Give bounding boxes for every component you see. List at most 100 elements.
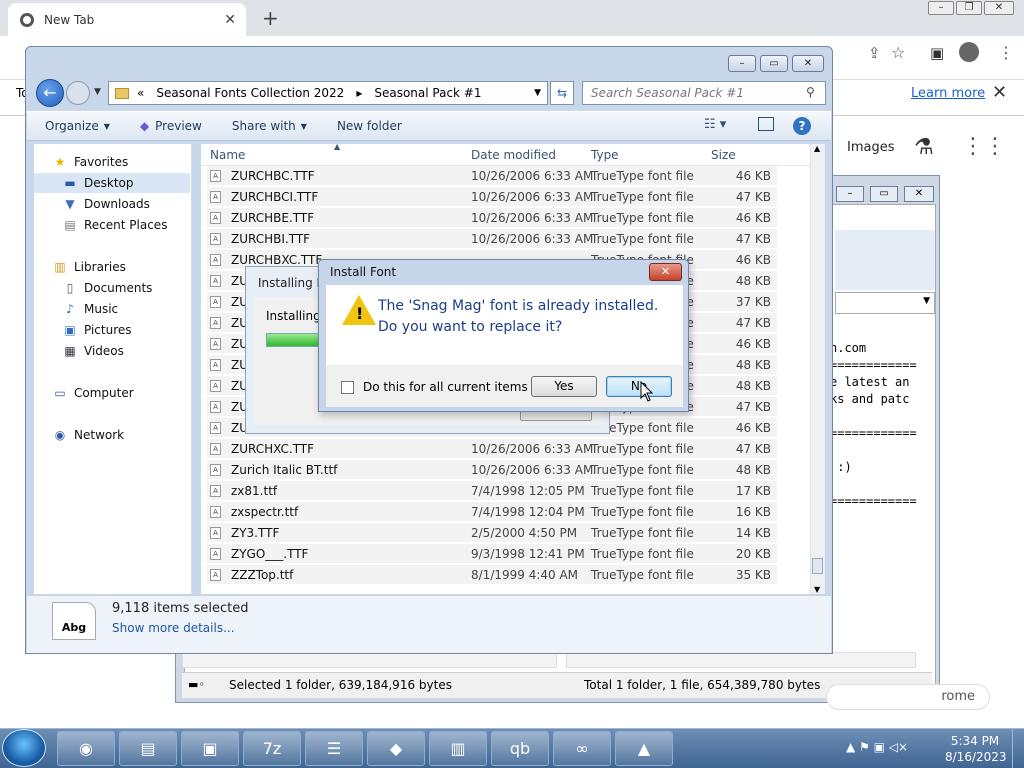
new-tab-button[interactable]: + xyxy=(262,6,279,30)
labs-flask-icon[interactable]: ⚗ xyxy=(914,135,934,160)
profile-avatar[interactable] xyxy=(959,42,979,62)
side-panel-icon[interactable]: ▣ xyxy=(930,44,944,62)
scroll-down-icon[interactable]: ▼ xyxy=(814,585,820,594)
show-more-details-link[interactable]: Show more details... xyxy=(112,621,235,635)
file-row[interactable]: A Zurich Italic BT.ttf 10/26/2006 6:33 AM T… xyxy=(207,460,777,480)
back-button[interactable]: ← xyxy=(36,79,64,107)
chrome-pill[interactable]: rome xyxy=(826,684,990,710)
share-icon[interactable]: ⇪ xyxy=(868,44,881,62)
search-input[interactable]: Search Seasonal Pack #1 xyxy=(582,81,826,105)
bg-hscroll-right[interactable] xyxy=(566,652,916,668)
taskbar-notepad-icon[interactable]: ☰ xyxy=(305,731,363,766)
file-size: 48 KB xyxy=(735,379,771,393)
file-row[interactable]: Azxspectr.ttf 7/4/1998 12:04 PM TrueType f… xyxy=(207,502,777,522)
start-button[interactable] xyxy=(2,729,46,767)
browser-restore-button[interactable]: ❐ xyxy=(956,1,982,15)
bg-hscroll-left[interactable] xyxy=(182,652,557,668)
share-with-button[interactable]: Share with ▼ xyxy=(232,119,307,133)
breadcrumb-separator-icon[interactable]: ▸ xyxy=(356,86,362,100)
search-icon[interactable]: ⚲ xyxy=(806,85,815,99)
new-folder-button[interactable]: New folder xyxy=(337,119,402,133)
file-name: ZZZTop.ttf xyxy=(231,568,294,582)
file-row[interactable]: A ZURCHBI.TTF 10/26/2006 6:33 AM TrueType f… xyxy=(207,229,777,249)
nav-item-music[interactable]: ♪ Music xyxy=(34,299,190,319)
bg-close-button[interactable]: ✕ xyxy=(904,186,934,202)
taskbar-file-explorer-icon[interactable]: ▤ xyxy=(119,731,177,766)
nav-item-libraries[interactable]: ▥ Libraries xyxy=(34,257,190,277)
dialog-body: ! The 'Snag Mag' font is already install… xyxy=(326,285,683,365)
nav-item-recent-places[interactable]: ▤ Recent Places xyxy=(34,215,190,235)
address-dropdown-icon[interactable]: ▼ xyxy=(534,88,541,98)
browser-minimize-button[interactable]: – xyxy=(928,1,954,15)
file-row[interactable]: A ZURCHBE.TTF 10/26/2006 6:33 AM TrueType f… xyxy=(207,208,777,228)
column-date[interactable]: Date modified xyxy=(471,148,556,162)
yes-button[interactable]: Yes xyxy=(531,376,597,397)
bg-dropdown[interactable]: ▼ xyxy=(835,292,935,314)
column-type[interactable]: Type xyxy=(591,148,619,162)
tray-icons[interactable]: ▲ ⚑ ▣ ◁× xyxy=(846,740,908,754)
file-row[interactable]: Azx81.ttf 7/4/1998 12:05 PM TrueType font … xyxy=(207,481,777,501)
tab-close-icon[interactable]: ✕ xyxy=(224,12,236,28)
browser-tab[interactable]: New Tab ✕ xyxy=(8,3,246,36)
apply-all-checkbox[interactable] xyxy=(341,381,354,394)
no-button[interactable]: No xyxy=(606,376,672,397)
preview-button[interactable]: ◆ Preview xyxy=(140,119,202,133)
taskbar-qbittorrent-icon[interactable]: qb xyxy=(491,731,549,766)
bg-minimize-button[interactable]: – xyxy=(836,186,864,202)
minimize-button[interactable]: – xyxy=(728,55,756,72)
info-close-icon[interactable]: ✕ xyxy=(992,82,1007,103)
nav-item-computer[interactable]: ▭ Computer xyxy=(34,383,190,403)
file-row[interactable]: A ZY3.TTF 2/5/2000 4:50 PM TrueType font fi… xyxy=(207,523,777,543)
forward-button[interactable] xyxy=(66,81,90,105)
nav-item-favorites[interactable]: ★ Favorites xyxy=(34,152,190,172)
file-row[interactable]: A ZURCHBC.TTF 10/26/2006 6:33 AM TrueType f… xyxy=(207,166,777,186)
taskbar-cat-app-icon[interactable]: ◆ xyxy=(367,731,425,766)
file-row[interactable]: A ZURCHXC.TTF 10/26/2006 6:33 AM TrueType f… xyxy=(207,439,777,459)
address-bar[interactable]: « Seasonal Fonts Collection 2022 ▸ Seaso… xyxy=(108,81,548,105)
network-icon: ◉ xyxy=(54,428,66,442)
browser-menu-icon[interactable]: ⋮ xyxy=(998,43,1014,62)
nav-item-network[interactable]: ◉ Network xyxy=(34,425,190,445)
nav-item-pictures[interactable]: ▣ Pictures xyxy=(34,320,190,340)
nav-item-videos[interactable]: ▦ Videos xyxy=(34,341,190,361)
show-desktop-button[interactable] xyxy=(1012,729,1024,768)
taskbar-infinity-app-icon[interactable]: ∞ xyxy=(553,731,611,766)
breadcrumb-pack[interactable]: Seasonal Pack #1 xyxy=(374,86,481,100)
learn-more-link[interactable]: Learn more xyxy=(911,86,985,101)
column-size[interactable]: Size xyxy=(711,148,736,162)
column-name[interactable]: Name xyxy=(210,148,245,162)
file-row[interactable]: A ZZZTop.ttf 8/1/1999 4:40 AM TrueType font… xyxy=(207,565,777,585)
nav-item-desktop[interactable]: ▬ Desktop xyxy=(34,173,190,193)
refresh-icon[interactable]: ⇆ xyxy=(550,81,574,105)
vertical-scrollbar[interactable]: ▲ ▼ xyxy=(810,144,825,594)
breadcrumb-collection[interactable]: Seasonal Fonts Collection 2022 xyxy=(156,86,344,100)
file-row[interactable]: A ZYGO___.TTF 9/3/1998 12:41 PM TrueType fo… xyxy=(207,544,777,564)
scroll-thumb[interactable] xyxy=(812,558,823,574)
documents-icon: ▯ xyxy=(66,281,74,295)
taskbar-winrar-icon[interactable]: ▥ xyxy=(429,731,487,766)
history-dropdown-icon[interactable]: ▼ xyxy=(94,87,101,97)
nav-item-downloads[interactable]: ▼ Downloads xyxy=(34,194,190,214)
taskbar-7zip-icon[interactable]: 7z xyxy=(243,731,301,766)
view-options-icon[interactable]: ☷ ▾ xyxy=(704,117,726,132)
organize-button[interactable]: Organize ▼ xyxy=(45,119,110,133)
nav-item-documents[interactable]: ▯ Documents xyxy=(34,278,190,298)
bookmark-star-icon[interactable]: ☆ xyxy=(891,43,905,62)
scroll-up-icon[interactable]: ▲ xyxy=(814,144,820,153)
dialog-close-button[interactable]: ✕ xyxy=(649,263,682,281)
browser-close-button[interactable]: ✕ xyxy=(984,1,1014,15)
help-icon[interactable]: ? xyxy=(793,117,811,135)
taskbar-network-tool-icon[interactable]: ▣ xyxy=(181,731,239,766)
apps-grid-icon[interactable]: ⋮⋮ xyxy=(962,134,1006,159)
file-size: 47 KB xyxy=(735,316,771,330)
taskbar-font-folder-icon[interactable]: ▲ xyxy=(615,731,673,766)
images-link[interactable]: Images xyxy=(847,140,895,155)
file-row[interactable]: A ZURCHBCI.TTF 10/26/2006 6:33 AM TrueType … xyxy=(207,187,777,207)
preview-pane-icon[interactable] xyxy=(758,117,774,131)
close-button[interactable]: ✕ xyxy=(792,55,824,72)
bg-maximize-button[interactable]: ▭ xyxy=(870,186,898,202)
taskbar-chrome-icon[interactable]: ◉ xyxy=(57,731,115,766)
tray-clock[interactable]: 5:34 PM 8/16/2023 xyxy=(945,733,1007,765)
maximize-button[interactable]: ▭ xyxy=(760,55,788,72)
breadcrumb-overflow[interactable]: « xyxy=(137,86,144,100)
